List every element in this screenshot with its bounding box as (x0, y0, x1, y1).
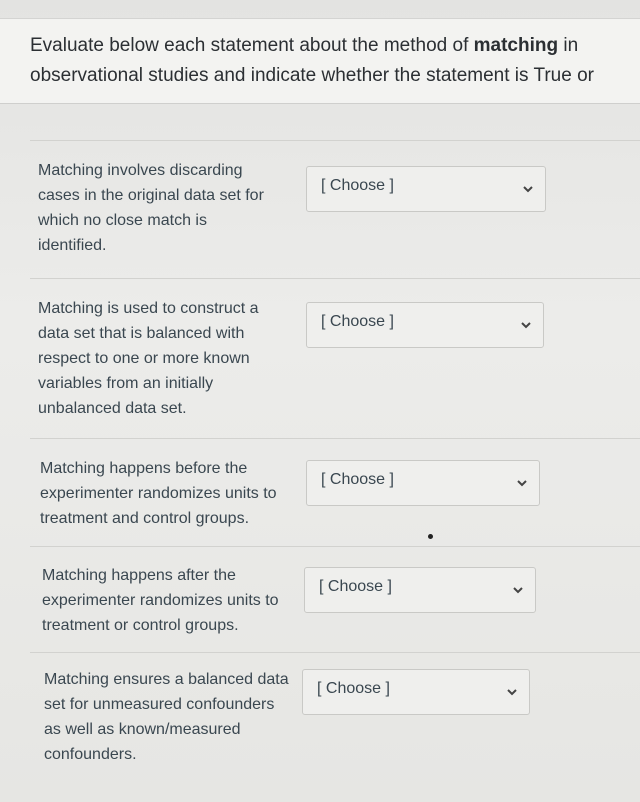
select-value: [ Choose ] (321, 177, 394, 194)
statement-line: cases in the original data set for (38, 187, 264, 204)
statement-line: Matching ensures a balanced data (44, 671, 289, 688)
instructions-emphasis: matching (473, 35, 559, 56)
instructions-text-2: in (558, 35, 579, 56)
statement-line: unbalanced data set. (38, 400, 187, 417)
statement-line: which no close match is (38, 212, 207, 229)
chevron-down-icon (523, 186, 533, 193)
statement-line: as well as known/measured (44, 721, 241, 738)
instructions-text-1: Evaluate below each statement about the … (30, 35, 474, 56)
quiz-page: Evaluate below each statement about the … (0, 0, 640, 802)
statement-text-4: Matching happens after the experimenter … (42, 563, 279, 638)
statement-line: Matching happens after the (42, 567, 236, 584)
chevron-down-icon (521, 322, 531, 329)
statement-line: Matching involves discarding (38, 162, 243, 179)
statement-line: experimenter randomizes units to (42, 592, 279, 609)
statement-line: respect to one or more known (38, 350, 250, 367)
answer-select-2[interactable]: [ Choose ] (306, 302, 544, 348)
statement-text-1: Matching involves discarding cases in th… (38, 158, 264, 258)
row-divider (30, 278, 640, 279)
row-divider (30, 546, 640, 547)
statement-line: variables from an initially (38, 375, 214, 392)
select-value: [ Choose ] (321, 471, 394, 488)
chevron-down-icon (517, 480, 527, 487)
statement-text-5: Matching ensures a balanced data set for… (44, 667, 289, 767)
statement-line: treatment and control groups. (40, 510, 250, 527)
screen-speck (428, 534, 433, 539)
answer-select-3[interactable]: [ Choose ] (306, 460, 540, 506)
chevron-down-icon (507, 689, 517, 696)
question-instructions: Evaluate below each statement about the … (0, 18, 640, 104)
chevron-down-icon (513, 587, 523, 594)
answer-select-1[interactable]: [ Choose ] (306, 166, 546, 212)
statement-text-3: Matching happens before the experimenter… (40, 456, 277, 531)
select-value: [ Choose ] (319, 578, 392, 595)
statement-line: set for unmeasured confounders (44, 696, 275, 713)
statement-line: Matching is used to construct a (38, 300, 259, 317)
instructions-line-1: Evaluate below each statement about the … (30, 31, 640, 61)
statement-line: data set that is balanced with (38, 325, 245, 342)
statement-line: confounders. (44, 746, 137, 763)
instructions-line-2: observational studies and indicate wheth… (30, 65, 594, 86)
row-divider (30, 140, 640, 141)
row-divider (30, 438, 640, 439)
row-divider (30, 652, 640, 653)
answer-select-4[interactable]: [ Choose ] (304, 567, 536, 613)
select-value: [ Choose ] (321, 313, 394, 330)
statement-text-2: Matching is used to construct a data set… (38, 296, 259, 421)
statement-line: identified. (38, 237, 107, 254)
statement-line: treatment or control groups. (42, 617, 239, 634)
answer-select-5[interactable]: [ Choose ] (302, 669, 530, 715)
statement-line: Matching happens before the (40, 460, 248, 477)
statement-line: experimenter randomizes units to (40, 485, 277, 502)
select-value: [ Choose ] (317, 680, 390, 697)
